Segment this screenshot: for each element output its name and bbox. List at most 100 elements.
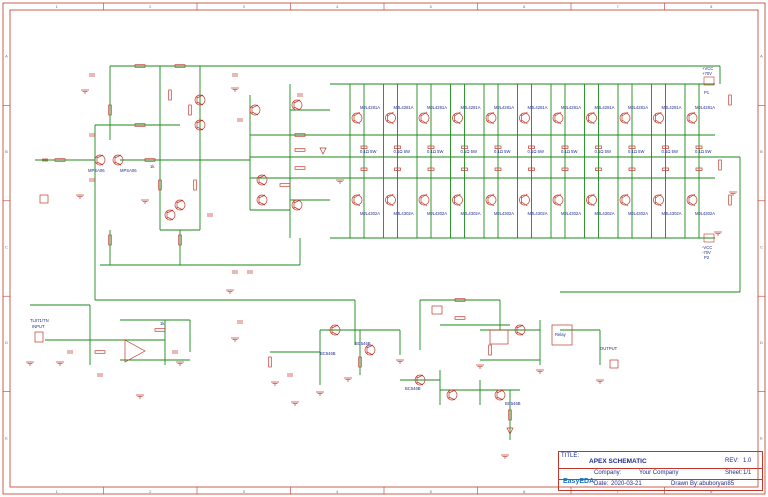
emitter-resistor-value: 0.1Ω 5W xyxy=(695,149,711,154)
upper-transistor-part: MJL4281A xyxy=(360,105,380,110)
output-transistor-upper xyxy=(485,112,497,124)
frame-col-label: 1 xyxy=(56,4,59,9)
p2-label: P2 xyxy=(704,255,710,260)
frame-row-label: B xyxy=(5,149,8,154)
resistor xyxy=(294,148,306,152)
resistor xyxy=(188,104,192,116)
opamp-tl071 xyxy=(124,339,146,363)
output-connector xyxy=(609,359,619,369)
upper-transistor-part: MJL4281A xyxy=(528,105,548,110)
lower-transistor-part: MJL4302A xyxy=(595,211,615,216)
part-label: MPSA06 xyxy=(88,168,105,173)
output-transistor-lower xyxy=(418,194,430,206)
output-transistor-lower xyxy=(452,194,463,206)
upper-transistor-part: MJL4281A xyxy=(494,105,514,110)
frame-col-label: 2 xyxy=(149,4,152,9)
part-label: MPSA06 xyxy=(120,168,137,173)
frame-col-label: 4 xyxy=(336,4,339,9)
diode xyxy=(319,147,327,155)
input-label: INPUT xyxy=(32,324,45,329)
resistor xyxy=(94,350,106,354)
resistor xyxy=(728,194,732,206)
date-value: 2020-03-21 xyxy=(611,481,642,487)
tl071-label: TL071/TN xyxy=(30,318,49,323)
resistor xyxy=(454,316,466,320)
output-transistor-upper xyxy=(385,112,396,124)
upper-transistor-part: MJL4281A xyxy=(595,105,615,110)
relay-coil xyxy=(489,329,509,345)
title-block: TITLE: APEX SCHEMATIC REV: 1.0 Company: … xyxy=(558,451,763,491)
company-label: Company: xyxy=(594,470,622,476)
outer-frame xyxy=(2,2,766,495)
frame-row-label: A xyxy=(760,54,763,59)
frame-col-label: 7 xyxy=(617,4,620,9)
rev-value: 1.0 xyxy=(743,458,752,464)
output-transistor-upper xyxy=(619,112,631,124)
input-jack xyxy=(34,331,44,343)
schematic-sheet: 1122334455667788 A AB BC CD DE E MJL4281… xyxy=(2,2,766,495)
frame-col-label: 6 xyxy=(523,4,526,9)
frame-row-label: A xyxy=(5,54,8,59)
output-transistor-upper xyxy=(686,112,698,124)
lower-transistor-part: MJL4302A xyxy=(628,211,648,216)
resistor xyxy=(488,344,492,356)
upper-transistor-part: MJL4281A xyxy=(662,105,682,110)
resistor xyxy=(268,356,272,368)
upper-transistor-part: MJL4281A xyxy=(461,105,481,110)
frame-row-label: D xyxy=(760,340,763,345)
p1-label: P1 xyxy=(704,90,710,95)
inner-frame xyxy=(9,9,759,488)
frame-row-label: D xyxy=(5,340,8,345)
part-label: BC546B xyxy=(505,401,521,406)
components xyxy=(26,64,737,459)
lower-transistor-part: MJL4302A xyxy=(528,211,548,216)
upper-transistor-part: MJL4281A xyxy=(394,105,414,110)
output-transistor-upper xyxy=(452,112,463,124)
part-label: BC546B xyxy=(405,386,421,391)
input-connector xyxy=(39,194,49,204)
emitter-resistor-value: 0.1Ω 5W xyxy=(494,149,510,154)
wiring xyxy=(30,65,741,440)
output-transistor-lower xyxy=(619,194,631,206)
relay-label: Relay xyxy=(555,332,567,337)
output-transistor-upper xyxy=(351,112,363,124)
easyeda-logo: EasyEDA xyxy=(563,478,595,485)
frame-row-labels: A A B B C C D D E E xyxy=(3,54,765,440)
emitter-resistor-value: 0.1Ω 5W xyxy=(461,149,477,154)
frame-column-labels: 1122334455667788 xyxy=(56,3,713,494)
frame-row-label: E xyxy=(5,435,8,440)
date-label: Date: xyxy=(594,481,609,487)
upper-transistor-part: MJL4281A xyxy=(427,105,447,110)
output-label: OUTPUT xyxy=(600,346,618,351)
output-transistor-upper xyxy=(653,112,664,124)
fuse xyxy=(431,305,443,315)
emitter-resistor-value: 0.1Ω 5W xyxy=(427,149,443,154)
output-transistor-upper xyxy=(552,112,564,124)
frame-col-label: 1 xyxy=(56,489,59,494)
frame-row-label: C xyxy=(760,245,763,250)
output-transistor-lower xyxy=(485,194,497,206)
frame-col-label: 8 xyxy=(710,4,713,9)
output-transistor-lower xyxy=(552,194,564,206)
title-value: APEX SCHEMATIC xyxy=(589,458,647,465)
frame-col-label: 5 xyxy=(430,4,433,9)
output-transistor-upper xyxy=(418,112,430,124)
resistor xyxy=(718,159,722,171)
lower-transistor-part: MJL4302A xyxy=(360,211,380,216)
output-transistor-upper xyxy=(519,112,530,124)
upper-transistor-part: MJL4281A xyxy=(695,105,715,110)
lower-transistor-part: MJL4302A xyxy=(394,211,414,216)
vcc-pos-note: +70V xyxy=(702,71,712,76)
lower-transistor-part: MJL4302A xyxy=(662,211,682,216)
sheet-label: Sheet: xyxy=(725,470,743,476)
resistor xyxy=(154,328,166,332)
company-value: Your Company xyxy=(639,470,679,476)
part-label: BC546B xyxy=(355,341,371,346)
resistor xyxy=(193,179,197,191)
emitter-resistor-value: 0.1Ω 5W xyxy=(360,149,376,154)
part-label: 1k xyxy=(150,164,155,169)
rev-label: REV: xyxy=(725,458,739,464)
emitter-resistor-value: 0.1Ω 5W xyxy=(394,149,410,154)
upper-transistor-part: MJL4281A xyxy=(561,105,581,110)
lower-transistor-part: MJL4302A xyxy=(461,211,481,216)
